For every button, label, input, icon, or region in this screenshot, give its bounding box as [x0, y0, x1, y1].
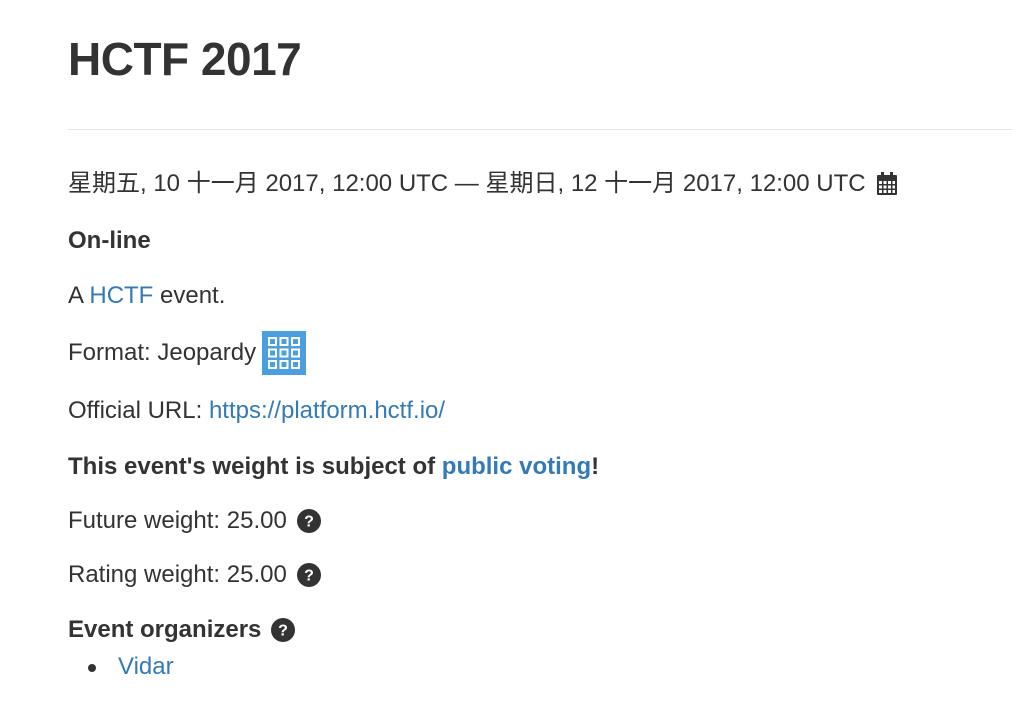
- organizers-list: Vidar: [68, 652, 174, 682]
- rating-weight-text: Rating weight: 25.00: [68, 561, 287, 588]
- organizer-team-link[interactable]: HCTF: [89, 281, 153, 311]
- future-weight-row: Future weight: 25.00 ?: [68, 506, 321, 536]
- event-by-prefix: A: [68, 282, 90, 309]
- organizer-link[interactable]: Vidar: [118, 653, 174, 680]
- public-voting-link[interactable]: public voting: [442, 452, 591, 482]
- event-organizer-line: A HCTF event.: [68, 281, 225, 311]
- event-dates-text: 星期五, 10 十一月 2017, 12:00 UTC — 星期日, 12 十一…: [68, 170, 866, 197]
- official-url-label: Official URL:: [68, 397, 209, 424]
- voting-prefix: This event's weight is subject of: [68, 453, 442, 480]
- jeopardy-grid-icon: [262, 331, 307, 375]
- organizers-heading-row: Event organizers ?: [68, 615, 296, 645]
- official-url-row: Official URL: https://platform.hctf.io/: [68, 396, 445, 426]
- voting-notice: This event's weight is subject of public…: [68, 452, 599, 482]
- rating-weight-row: Rating weight: 25.00 ?: [68, 560, 321, 590]
- event-by-suffix: event.: [153, 282, 226, 309]
- question-circle-icon[interactable]: ?: [296, 563, 321, 587]
- event-dates: 星期五, 10 十一月 2017, 12:00 UTC — 星期日, 12 十一…: [68, 169, 898, 199]
- question-circle-icon[interactable]: ?: [271, 618, 296, 642]
- calendar-icon[interactable]: [876, 172, 898, 196]
- svg-text:?: ?: [304, 568, 314, 585]
- question-circle-icon[interactable]: ?: [296, 509, 321, 533]
- svg-text:?: ?: [279, 623, 289, 640]
- voting-suffix: !: [591, 453, 600, 480]
- event-location: On-line: [68, 227, 151, 254]
- page-title: HCTF 2017: [68, 33, 302, 85]
- official-url-link[interactable]: https://platform.hctf.io/: [209, 396, 445, 426]
- bullet: [88, 664, 96, 672]
- list-item: Vidar: [68, 652, 174, 682]
- format-label: Format: Jeopardy: [68, 339, 257, 366]
- svg-text:?: ?: [304, 514, 314, 531]
- organizers-heading: Event organizers: [68, 616, 262, 643]
- event-format: Format: Jeopardy: [68, 331, 307, 375]
- title-divider: [68, 129, 1012, 130]
- future-weight-text: Future weight: 25.00: [68, 507, 287, 534]
